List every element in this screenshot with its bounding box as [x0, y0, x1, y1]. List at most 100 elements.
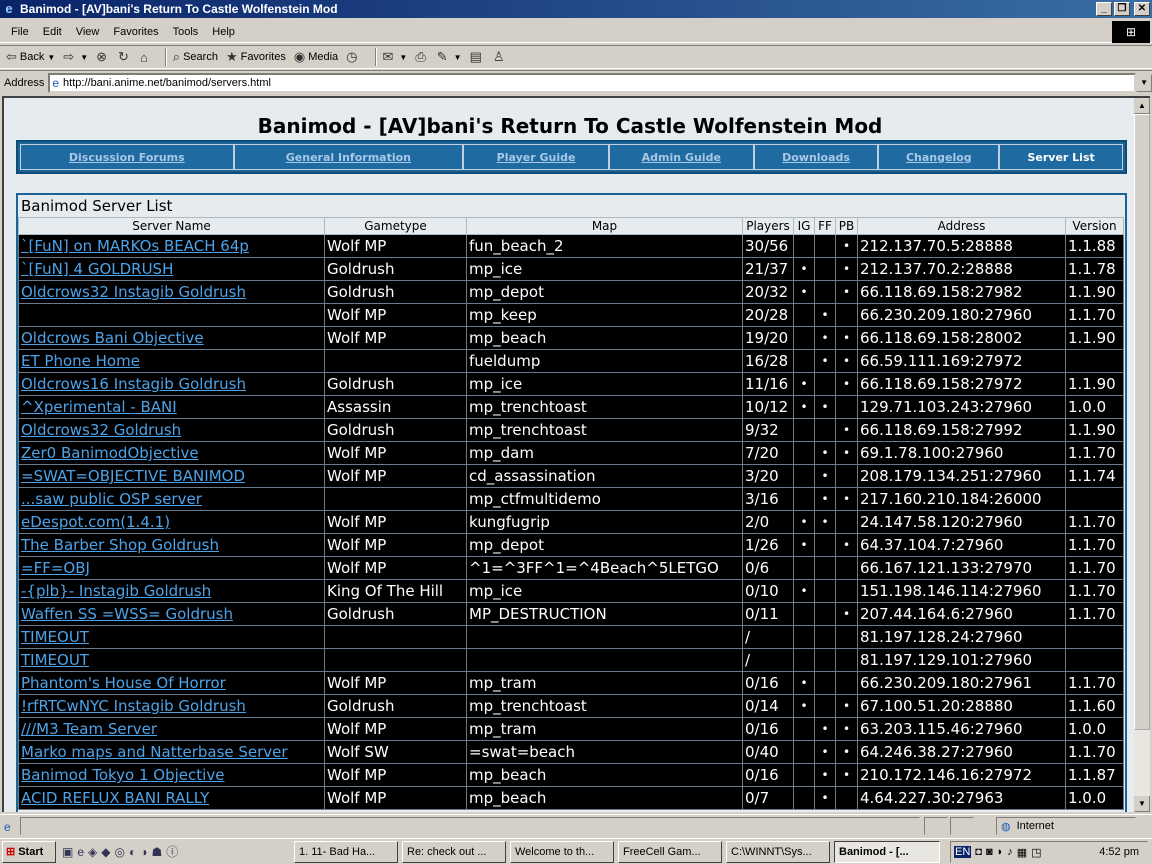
- nav-link-changelog[interactable]: Changelog: [906, 151, 972, 164]
- close-button[interactable]: ✕: [1134, 2, 1150, 16]
- favorites-button[interactable]: ★ Favorites: [226, 49, 286, 65]
- app-icon[interactable]: ◐: [129, 845, 136, 859]
- col-pb[interactable]: PB: [835, 217, 858, 235]
- task-banimod[interactable]: Banimod - [...: [834, 841, 940, 863]
- chevron-down-icon[interactable]: ▼: [399, 53, 407, 62]
- nav-link-player-guide[interactable]: Player Guide: [497, 151, 576, 164]
- server-link[interactable]: Oldcrows Bani Objective: [21, 329, 204, 347]
- server-link[interactable]: Oldcrows16 Instagib Goldrush: [21, 375, 246, 393]
- server-link[interactable]: -{plb}- Instagib Goldrush: [21, 582, 211, 600]
- col-ff[interactable]: FF: [814, 217, 836, 235]
- menu-file[interactable]: File: [4, 26, 36, 38]
- cell-ig: [793, 464, 815, 488]
- server-link[interactable]: Phantom's House Of Horror: [21, 674, 226, 692]
- maximize-button[interactable]: ❐: [1114, 2, 1130, 16]
- task-cmd[interactable]: C:\WINNT\Sys...: [726, 841, 830, 863]
- chevron-down-icon[interactable]: ▼: [454, 53, 462, 62]
- minimize-button[interactable]: _: [1096, 2, 1112, 16]
- cell-server-name: Banimod Tokyo 1 Objective: [18, 763, 325, 787]
- print-button[interactable]: ⎙: [415, 49, 428, 65]
- search-button[interactable]: ⌕ Search: [173, 49, 218, 65]
- tray-icon[interactable]: ▦: [1017, 846, 1027, 859]
- server-link[interactable]: Oldcrows32 Instagib Goldrush: [21, 283, 246, 301]
- col-players[interactable]: Players: [742, 217, 794, 235]
- server-link[interactable]: The Barber Shop Goldrush: [21, 536, 219, 554]
- nav-link-admin-guide[interactable]: Admin Guide: [642, 151, 721, 164]
- server-link[interactable]: Zer0 BanimodObjective: [21, 444, 199, 462]
- server-link[interactable]: `[FuN] on MARKOs BEACH 64p: [21, 237, 249, 255]
- menu-tools[interactable]: Tools: [166, 26, 206, 38]
- ie-launch-icon[interactable]: e: [77, 845, 84, 859]
- col-version[interactable]: Version: [1065, 217, 1124, 235]
- task-freecell[interactable]: FreeCell Gam...: [618, 841, 722, 863]
- server-link[interactable]: ...saw public OSP server: [21, 490, 202, 508]
- server-link[interactable]: TIMEOUT: [21, 651, 89, 669]
- tray-icon[interactable]: ◗: [997, 846, 1004, 858]
- cell-version: 1.1.70: [1065, 602, 1124, 626]
- server-link[interactable]: ACID REFLUX BANI RALLY: [21, 789, 209, 807]
- media-button[interactable]: ◉ Media: [294, 49, 338, 65]
- menu-favorites[interactable]: Favorites: [106, 26, 165, 38]
- col-ig[interactable]: IG: [793, 217, 815, 235]
- server-link[interactable]: ET Phone Home: [21, 352, 140, 370]
- stop-button[interactable]: ⊗: [96, 49, 110, 65]
- server-link[interactable]: Oldcrows32 Goldrush: [21, 421, 181, 439]
- server-link[interactable]: Banimod Tokyo 1 Objective: [21, 766, 224, 784]
- menu-help[interactable]: Help: [205, 26, 242, 38]
- tray-icon[interactable]: ◙: [986, 846, 993, 858]
- nav-link-general-info[interactable]: General Information: [286, 151, 411, 164]
- vertical-scrollbar[interactable]: ▲ ▼: [1134, 96, 1150, 812]
- app-icon[interactable]: ◆: [101, 845, 110, 859]
- nav-link-downloads[interactable]: Downloads: [782, 151, 850, 164]
- tray-icon[interactable]: ◳: [1031, 846, 1041, 859]
- forward-button[interactable]: ⇨ ▼: [63, 49, 88, 65]
- server-link[interactable]: ^Xperimental - BANI: [21, 398, 177, 416]
- language-indicator[interactable]: EN: [954, 846, 972, 858]
- col-address[interactable]: Address: [857, 217, 1066, 235]
- edit-button[interactable]: ✎ ▼: [437, 49, 462, 65]
- chevron-down-icon[interactable]: ▼: [47, 53, 55, 62]
- messenger-button[interactable]: ♙: [493, 49, 508, 65]
- server-link[interactable]: Waffen SS =WSS= Goldrush: [21, 605, 233, 623]
- app-icon[interactable]: ◈: [88, 845, 97, 859]
- address-dropdown-button[interactable]: ▼: [1136, 73, 1152, 92]
- back-button[interactable]: ⇦ Back ▼: [6, 49, 55, 65]
- address-input[interactable]: e http://bani.anime.net/banimod/servers.…: [48, 72, 1137, 93]
- col-gametype[interactable]: Gametype: [324, 217, 467, 235]
- server-link[interactable]: TIMEOUT: [21, 628, 89, 646]
- cell-map: mp_tram: [466, 717, 743, 741]
- app-icon[interactable]: ☗: [151, 845, 162, 859]
- tray-icon[interactable]: ◘: [975, 846, 982, 858]
- app-icon[interactable]: ◑: [140, 845, 147, 859]
- task-welcome[interactable]: Welcome to th...: [510, 841, 614, 863]
- home-button[interactable]: ⌂: [140, 50, 151, 65]
- scroll-down-arrow[interactable]: ▼: [1134, 796, 1150, 812]
- mail-button[interactable]: ✉ ▼: [383, 49, 408, 65]
- server-link[interactable]: Marko maps and Natterbase Server: [21, 743, 288, 761]
- task-winamp[interactable]: 1. 11- Bad Ha...: [294, 841, 398, 863]
- server-link[interactable]: eDespot.com(1.4.1): [21, 513, 170, 531]
- volume-icon[interactable]: ♪: [1007, 846, 1013, 858]
- col-map[interactable]: Map: [466, 217, 743, 235]
- server-link[interactable]: !rfRTCwNYC Instagib Goldrush: [21, 697, 246, 715]
- app-icon[interactable]: ◎: [115, 845, 125, 859]
- server-link[interactable]: ///M3 Team Server: [21, 720, 157, 738]
- server-link[interactable]: `[FuN] 4 GOLDRUSH: [21, 260, 173, 278]
- server-link[interactable]: =SWAT=OBJECTIVE BANIMOD: [21, 467, 245, 485]
- scroll-up-arrow[interactable]: ▲: [1134, 98, 1150, 114]
- desktop-icon[interactable]: ▣: [62, 845, 73, 859]
- cell-version: 1.0.0: [1065, 717, 1124, 741]
- refresh-button[interactable]: ↻: [118, 49, 132, 65]
- start-button[interactable]: ⊞ Start: [2, 840, 56, 863]
- nav-link-forums[interactable]: Discussion Forums: [69, 151, 185, 164]
- chevron-down-icon[interactable]: ▼: [80, 53, 88, 62]
- discuss-button[interactable]: ▤: [470, 49, 485, 65]
- history-button[interactable]: ◷: [346, 49, 360, 65]
- server-link[interactable]: =FF=OBJ: [21, 559, 90, 577]
- menu-edit[interactable]: Edit: [36, 26, 69, 38]
- scroll-thumb[interactable]: [1134, 114, 1150, 730]
- app-icon[interactable]: ⓘ: [166, 843, 178, 860]
- col-server-name[interactable]: Server Name: [18, 217, 325, 235]
- menu-view[interactable]: View: [69, 26, 107, 38]
- task-reply[interactable]: Re: check out ...: [402, 841, 506, 863]
